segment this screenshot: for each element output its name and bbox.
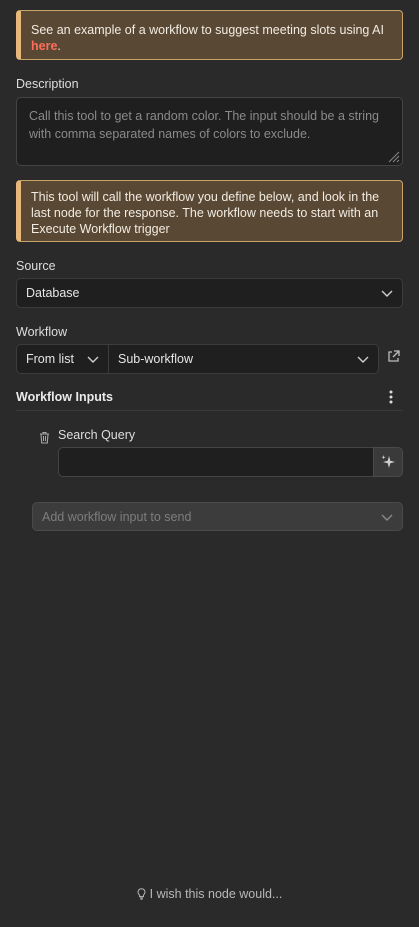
source-select[interactable]: Database xyxy=(16,278,403,308)
source-value: Database xyxy=(26,286,80,300)
info-callout-text: This tool will call the workflow you def… xyxy=(31,190,380,236)
lightbulb-icon xyxy=(137,888,146,900)
resize-handle-icon[interactable] xyxy=(386,149,400,163)
sparkles-icon xyxy=(381,455,395,468)
example-callout-text: See an example of a workflow to suggest … xyxy=(31,23,384,37)
trash-icon[interactable] xyxy=(39,431,50,444)
ai-assist-button[interactable] xyxy=(373,447,403,477)
workflow-select[interactable]: Sub-workflow xyxy=(108,344,379,374)
add-workflow-input-placeholder: Add workflow input to send xyxy=(42,509,192,524)
chevron-down-icon xyxy=(381,514,393,521)
description-label: Description xyxy=(16,77,79,91)
example-callout-suffix: . xyxy=(57,39,61,53)
search-query-label: Search Query xyxy=(58,428,136,442)
example-link[interactable]: here xyxy=(31,39,57,53)
description-text: Call this tool to get a random color. Th… xyxy=(29,109,379,141)
chevron-down-icon xyxy=(87,356,99,363)
open-external-icon[interactable] xyxy=(387,350,400,363)
search-query-input[interactable] xyxy=(58,447,374,477)
workflow-mode-value: From list xyxy=(26,352,74,366)
feedback-link[interactable]: I wish this node would... xyxy=(0,887,419,901)
node-parameters-panel: See an example of a workflow to suggest … xyxy=(0,0,419,927)
description-textarea[interactable]: Call this tool to get a random color. Th… xyxy=(16,97,403,166)
source-label: Source xyxy=(16,259,56,273)
chevron-down-icon xyxy=(381,290,393,297)
info-callout: This tool will call the workflow you def… xyxy=(16,180,403,242)
add-workflow-input-select[interactable]: Add workflow input to send xyxy=(32,502,403,531)
more-options-icon[interactable] xyxy=(384,389,398,405)
section-divider xyxy=(16,410,403,411)
chevron-down-icon xyxy=(357,356,369,363)
example-callout: See an example of a workflow to suggest … xyxy=(16,10,403,60)
workflow-value: Sub-workflow xyxy=(118,352,194,366)
workflow-mode-select[interactable]: From list xyxy=(16,344,109,374)
workflow-inputs-title: Workflow Inputs xyxy=(16,390,113,404)
feedback-text: I wish this node would... xyxy=(149,887,283,901)
workflow-label: Workflow xyxy=(16,325,68,339)
